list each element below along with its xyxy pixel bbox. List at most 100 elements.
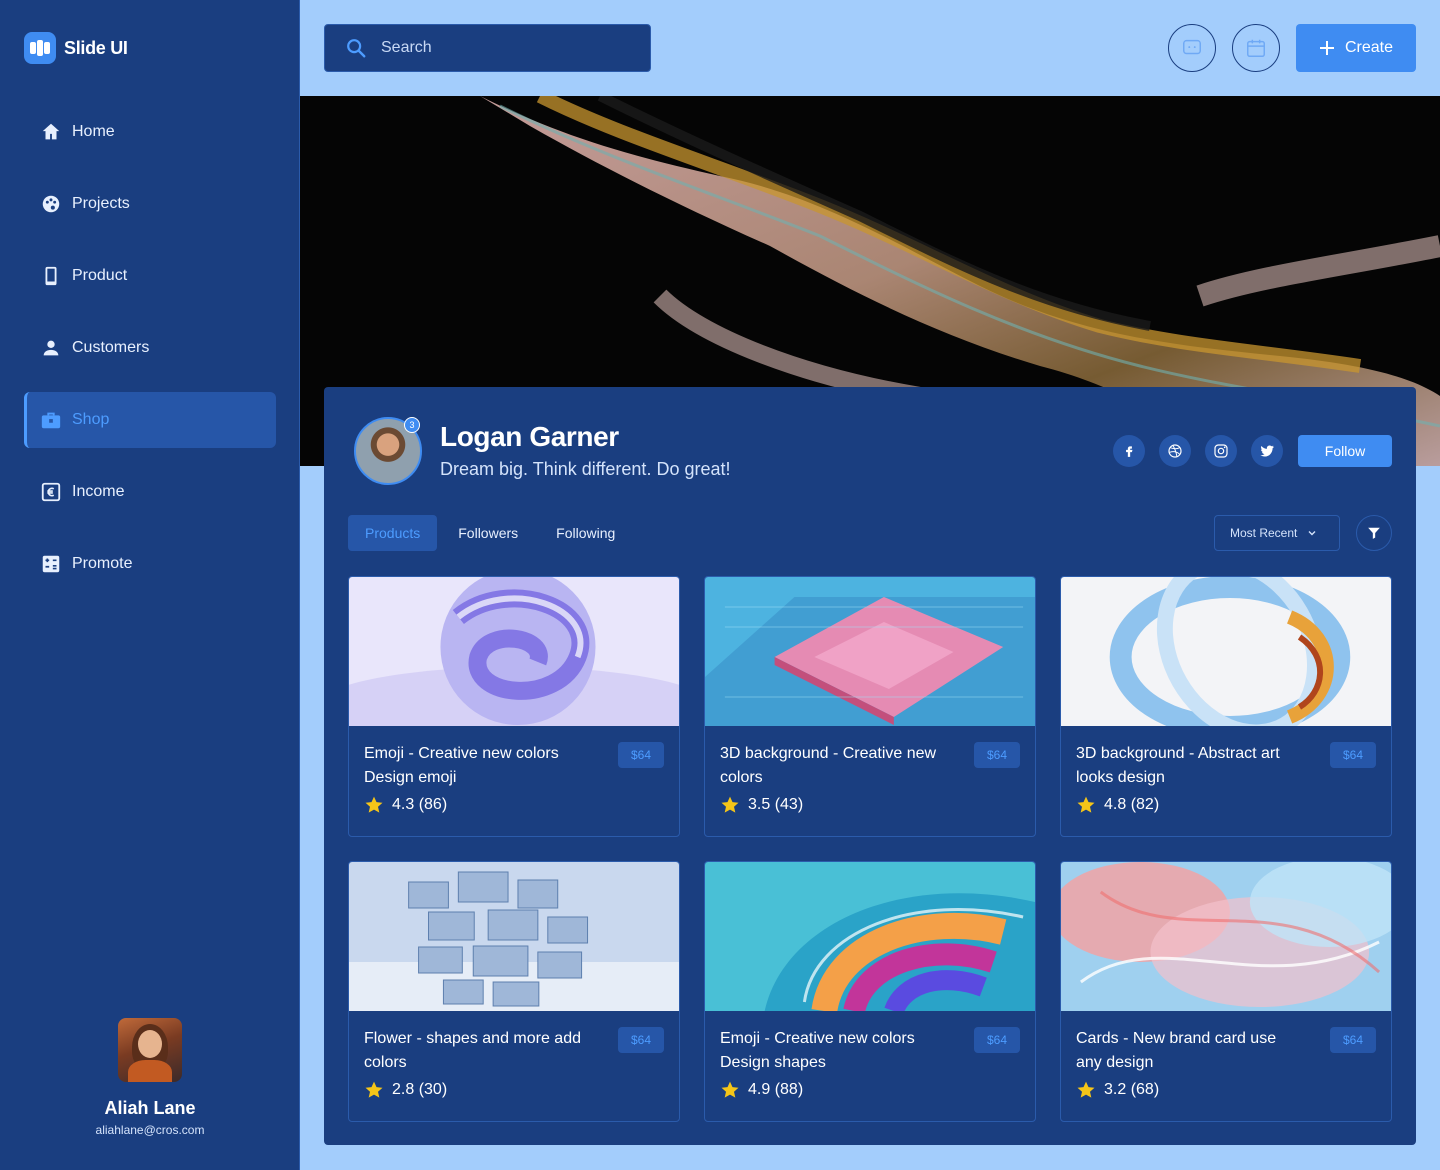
star-icon: [1077, 796, 1095, 813]
sidebar-item-home[interactable]: Home: [24, 104, 276, 160]
product-image: [349, 577, 679, 726]
app-name: Slide UI: [64, 37, 128, 58]
sidebar-item-label: Promote: [72, 555, 133, 572]
products-grid: Emoji - Creative new colors Design emoji…: [348, 576, 1392, 1122]
price-badge: $64: [617, 742, 664, 768]
product-image: [705, 862, 1035, 1011]
product-title: Cards - New brand card use any design: [1076, 1030, 1277, 1071]
briefcase-icon: [41, 412, 61, 429]
filter-button[interactable]: [1356, 515, 1392, 551]
product-image: [705, 577, 1035, 726]
product-card[interactable]: Emoji - Creative new colors Design emoji…: [348, 576, 680, 837]
star-icon: [721, 1081, 739, 1098]
twitter-link[interactable]: [1251, 435, 1283, 467]
phone-icon: [45, 266, 57, 286]
sidebar-item-label: Projects: [72, 195, 130, 212]
notification-badge: 3: [404, 417, 420, 433]
facebook-link[interactable]: [1113, 435, 1145, 467]
sidebar-item-label: Home: [72, 123, 115, 140]
price-badge: $64: [1329, 742, 1376, 768]
product-card[interactable]: Emoji - Creative new colors Design shape…: [704, 861, 1036, 1122]
product-title: 3D background - Abstract art looks desig…: [1076, 745, 1280, 786]
sidebar-item-label: Income: [72, 483, 125, 500]
calendar-icon: [1247, 39, 1265, 57]
instagram-icon: [1214, 444, 1228, 458]
profile-name: Logan Garner: [440, 421, 619, 452]
current-user[interactable]: Aliah Lane aliahlane@cros.com: [0, 1018, 300, 1137]
star-icon: [365, 796, 383, 813]
product-title: Emoji - Creative new colors Design emoji: [364, 745, 559, 786]
instagram-link[interactable]: [1205, 435, 1237, 467]
sidebar-nav: Home Projects Product Customers Shop Inc…: [24, 104, 276, 608]
search-input[interactable]: [381, 39, 621, 57]
product-rating: 3.5 (43): [720, 795, 803, 815]
tab-followers[interactable]: Followers: [441, 515, 535, 551]
calendar-button[interactable]: [1232, 24, 1280, 72]
twitter-icon: [1260, 445, 1274, 457]
profile-card: 3 Logan Garner Dream big. Think differen…: [324, 387, 1416, 1145]
plus-icon: [1319, 41, 1334, 55]
search-icon: [347, 39, 366, 58]
euro-icon: [41, 482, 61, 502]
price-badge: $64: [1329, 1027, 1376, 1053]
dribbble-icon: [1168, 444, 1182, 458]
star-icon: [721, 796, 739, 813]
sidebar: Slide UI Home Projects Product Customers…: [0, 0, 300, 1170]
star-icon: [1077, 1081, 1095, 1098]
rating-value: 4.9 (88): [748, 1081, 804, 1098]
sidebar-item-income[interactable]: Income: [24, 464, 276, 520]
user-icon: [43, 340, 59, 356]
messages-button[interactable]: [1168, 24, 1216, 72]
rating-value: 4.8 (82): [1104, 796, 1160, 813]
app-logo[interactable]: Slide UI: [24, 32, 128, 64]
tab-products[interactable]: Products: [348, 515, 438, 551]
user-avatar: [118, 1018, 182, 1082]
profile-tabs: Products Followers Following: [348, 515, 632, 551]
search-bar[interactable]: [324, 24, 651, 72]
price-badge: $64: [973, 1027, 1020, 1053]
sidebar-item-label: Shop: [72, 411, 110, 428]
follow-button[interactable]: Follow: [1298, 435, 1392, 467]
create-button-label: Create: [1344, 39, 1394, 56]
price-badge: $64: [973, 742, 1020, 768]
home-icon: [42, 123, 60, 140]
product-card[interactable]: 3D background - Creative new colors $64 …: [704, 576, 1036, 837]
chevron-down-icon: [1308, 531, 1316, 536]
product-rating: 4.3 (86): [364, 795, 447, 815]
user-email: aliahlane@cros.com: [95, 1123, 205, 1137]
profile-tagline: Dream big. Think different. Do great!: [440, 459, 731, 479]
social-links: [1113, 435, 1283, 467]
sidebar-item-customers[interactable]: Customers: [24, 320, 276, 376]
product-title: Flower - shapes and more add colors: [364, 1030, 581, 1071]
sidebar-item-label: Customers: [72, 339, 150, 356]
tab-following[interactable]: Following: [539, 515, 632, 551]
star-icon: [365, 1081, 383, 1098]
product-card[interactable]: Flower - shapes and more add colors $64 …: [348, 861, 680, 1122]
create-button[interactable]: Create: [1296, 24, 1416, 72]
dribbble-link[interactable]: [1159, 435, 1191, 467]
product-rating: 3.2 (68): [1076, 1080, 1159, 1100]
sort-dropdown[interactable]: Most Recent: [1214, 515, 1340, 551]
product-rating: 4.9 (88): [720, 1080, 803, 1100]
sort-label: Most Recent: [1230, 526, 1298, 540]
rating-value: 3.2 (68): [1104, 1081, 1160, 1098]
sidebar-item-shop[interactable]: Shop: [24, 392, 276, 448]
product-image: [1061, 577, 1391, 726]
message-icon: [1183, 39, 1201, 55]
rating-value: 3.5 (43): [748, 796, 804, 813]
product-card[interactable]: 3D background - Abstract art looks desig…: [1060, 576, 1392, 837]
product-title: 3D background - Creative new colors: [720, 745, 937, 786]
product-image: [349, 862, 679, 1011]
sidebar-item-label: Product: [72, 267, 128, 284]
product-rating: 2.8 (30): [364, 1080, 447, 1100]
rating-value: 2.8 (30): [392, 1081, 448, 1098]
filter-icon: [1368, 527, 1380, 539]
user-name: Aliah Lane: [104, 1098, 196, 1118]
calculator-icon: [42, 555, 60, 573]
facebook-icon: [1126, 446, 1133, 457]
sidebar-item-product[interactable]: Product: [24, 248, 276, 304]
product-card[interactable]: Cards - New brand card use any design $6…: [1060, 861, 1392, 1122]
price-badge: $64: [617, 1027, 664, 1053]
sidebar-item-promote[interactable]: Promote: [24, 536, 276, 592]
sidebar-item-projects[interactable]: Projects: [24, 176, 276, 232]
